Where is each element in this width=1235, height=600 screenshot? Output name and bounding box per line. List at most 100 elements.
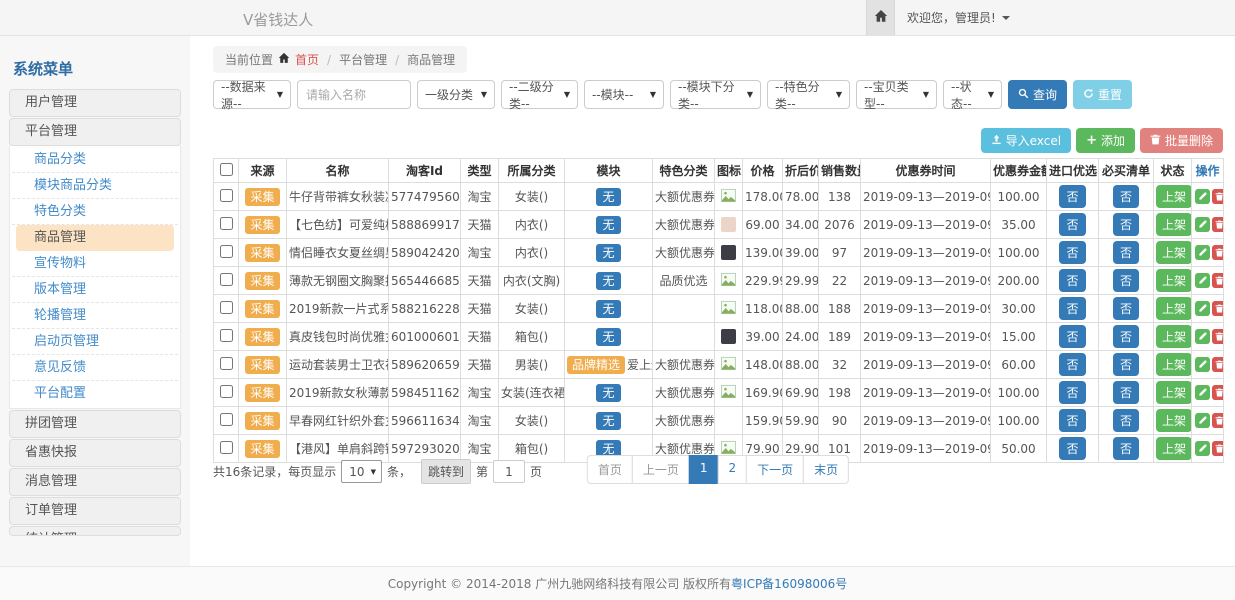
filter-select-module[interactable]: --模块--▼ xyxy=(584,80,664,109)
must-buy-toggle[interactable]: 否 xyxy=(1113,353,1139,376)
home-button[interactable] xyxy=(866,0,895,35)
must-buy-toggle[interactable]: 否 xyxy=(1113,241,1139,264)
pager-first-page[interactable]: 首页 xyxy=(587,455,633,484)
delete-button[interactable] xyxy=(1212,217,1224,232)
status-button[interactable]: 上架 xyxy=(1156,409,1192,432)
row-checkbox[interactable] xyxy=(220,245,233,258)
filter-select-data-source[interactable]: --数据来源--▼ xyxy=(213,80,291,109)
user-menu[interactable]: 欢迎您，管理员! xyxy=(907,0,1010,35)
row-checkbox[interactable] xyxy=(220,217,233,230)
add-button[interactable]: + 添加 xyxy=(1076,128,1135,153)
delete-button[interactable] xyxy=(1212,413,1224,428)
import-select-toggle[interactable]: 否 xyxy=(1059,353,1085,376)
status-button[interactable]: 上架 xyxy=(1156,213,1192,236)
row-checkbox[interactable] xyxy=(220,273,233,286)
filter-select-status[interactable]: --状态--▼ xyxy=(943,80,1002,109)
sidebar-subitem-product-category[interactable]: 商品分类 xyxy=(12,147,178,173)
per-page-select[interactable]: 10 ▼ xyxy=(341,460,382,483)
reset-button[interactable]: 重置 xyxy=(1073,80,1132,109)
sidebar-item-exchange-management[interactable]: 统计管理 xyxy=(9,526,181,536)
edit-button[interactable] xyxy=(1195,329,1210,344)
must-buy-toggle[interactable]: 否 xyxy=(1113,381,1139,404)
status-button[interactable]: 上架 xyxy=(1156,325,1192,348)
status-button[interactable]: 上架 xyxy=(1156,353,1192,376)
filter-select-featured-category[interactable]: --特色分类--▼ xyxy=(767,80,850,109)
edit-button[interactable] xyxy=(1195,189,1210,204)
status-button[interactable]: 上架 xyxy=(1156,297,1192,320)
status-button[interactable]: 上架 xyxy=(1156,241,1192,264)
edit-button[interactable] xyxy=(1195,245,1210,260)
import-select-toggle[interactable]: 否 xyxy=(1059,409,1085,432)
filter-select-level1-category[interactable]: 一级分类▼ xyxy=(417,80,495,109)
must-buy-toggle[interactable]: 否 xyxy=(1113,409,1139,432)
import-select-toggle[interactable]: 否 xyxy=(1059,325,1085,348)
sidebar-item-savings-bulletin[interactable]: 省惠快报 xyxy=(9,439,181,467)
delete-button[interactable] xyxy=(1212,273,1224,288)
filter-select-level2-category[interactable]: --二级分类--▼ xyxy=(501,80,578,109)
sidebar-subitem-module-product-category[interactable]: 模块商品分类 xyxy=(12,173,178,199)
row-checkbox[interactable] xyxy=(220,385,233,398)
edit-button[interactable] xyxy=(1195,441,1210,456)
edit-button[interactable] xyxy=(1195,357,1210,372)
edit-button[interactable] xyxy=(1195,217,1210,232)
import-select-toggle[interactable]: 否 xyxy=(1059,297,1085,320)
sidebar-subitem-feedback[interactable]: 意见反馈 xyxy=(12,355,178,381)
sidebar-item-platform-management[interactable]: 平台管理 xyxy=(9,118,181,146)
delete-button[interactable] xyxy=(1212,245,1224,260)
status-button[interactable]: 上架 xyxy=(1156,185,1192,208)
pager-page-1[interactable]: 1 xyxy=(689,455,719,484)
sidebar-subitem-product-management[interactable]: 商品管理 xyxy=(16,225,174,251)
row-checkbox[interactable] xyxy=(220,189,233,202)
sidebar-item-order-management[interactable]: 订单管理 xyxy=(9,497,181,525)
must-buy-toggle[interactable]: 否 xyxy=(1113,269,1139,292)
select-all-checkbox[interactable] xyxy=(220,163,233,176)
row-checkbox[interactable] xyxy=(220,329,233,342)
delete-button[interactable] xyxy=(1212,301,1224,316)
edit-button[interactable] xyxy=(1195,385,1210,400)
status-button[interactable]: 上架 xyxy=(1156,381,1192,404)
row-checkbox[interactable] xyxy=(220,357,233,370)
delete-button[interactable] xyxy=(1212,329,1224,344)
row-checkbox[interactable] xyxy=(220,301,233,314)
sidebar-subitem-platform-config[interactable]: 平台配置 xyxy=(12,381,178,407)
import-select-toggle[interactable]: 否 xyxy=(1059,269,1085,292)
breadcrumb-home-link[interactable]: 首页 xyxy=(295,51,319,68)
sidebar-subitem-promo-materials[interactable]: 宣传物料 xyxy=(12,251,178,277)
import-excel-button[interactable]: 导入excel xyxy=(981,128,1071,153)
edit-button[interactable] xyxy=(1195,413,1210,428)
filter-select-module-subcategory[interactable]: --模块下分类--▼ xyxy=(670,80,761,109)
sidebar-subitem-splash-page-management[interactable]: 启动页管理 xyxy=(12,329,178,355)
delete-button[interactable] xyxy=(1212,441,1224,456)
import-select-toggle[interactable]: 否 xyxy=(1059,213,1085,236)
must-buy-toggle[interactable]: 否 xyxy=(1113,185,1139,208)
sidebar-item-group-buy-management[interactable]: 拼团管理 xyxy=(9,410,181,438)
edit-button[interactable] xyxy=(1195,273,1210,288)
row-checkbox[interactable] xyxy=(220,413,233,426)
jump-button[interactable]: 跳转到 xyxy=(421,459,471,484)
status-button[interactable]: 上架 xyxy=(1156,269,1192,292)
import-select-toggle[interactable]: 否 xyxy=(1059,185,1085,208)
pager-prev-page[interactable]: 上一页 xyxy=(632,455,690,484)
sidebar-subitem-carousel-management[interactable]: 轮播管理 xyxy=(12,303,178,329)
import-select-toggle[interactable]: 否 xyxy=(1059,381,1085,404)
batch-delete-button[interactable]: 批量删除 xyxy=(1140,128,1223,153)
jump-page-input[interactable] xyxy=(493,460,525,483)
sidebar-item-message-management[interactable]: 消息管理 xyxy=(9,468,181,496)
edit-button[interactable] xyxy=(1195,301,1210,316)
filter-select-item-type[interactable]: --宝贝类型--▼ xyxy=(856,80,937,109)
sidebar-item-user-management[interactable]: 用户管理 xyxy=(9,89,181,117)
sidebar-subitem-version-management[interactable]: 版本管理 xyxy=(12,277,178,303)
must-buy-toggle[interactable]: 否 xyxy=(1113,213,1139,236)
icp-link[interactable]: 粤ICP备16098006号 xyxy=(731,575,847,592)
must-buy-toggle[interactable]: 否 xyxy=(1113,297,1139,320)
row-checkbox[interactable] xyxy=(220,441,233,454)
delete-button[interactable] xyxy=(1212,357,1224,372)
delete-button[interactable] xyxy=(1212,385,1224,400)
sidebar-subitem-featured-category[interactable]: 特色分类 xyxy=(12,199,178,225)
filter-input-name[interactable] xyxy=(297,80,411,109)
pager-page-2[interactable]: 2 xyxy=(718,455,748,484)
must-buy-toggle[interactable]: 否 xyxy=(1113,325,1139,348)
delete-button[interactable] xyxy=(1212,189,1224,204)
pager-last-page[interactable]: 末页 xyxy=(803,455,849,484)
import-select-toggle[interactable]: 否 xyxy=(1059,241,1085,264)
